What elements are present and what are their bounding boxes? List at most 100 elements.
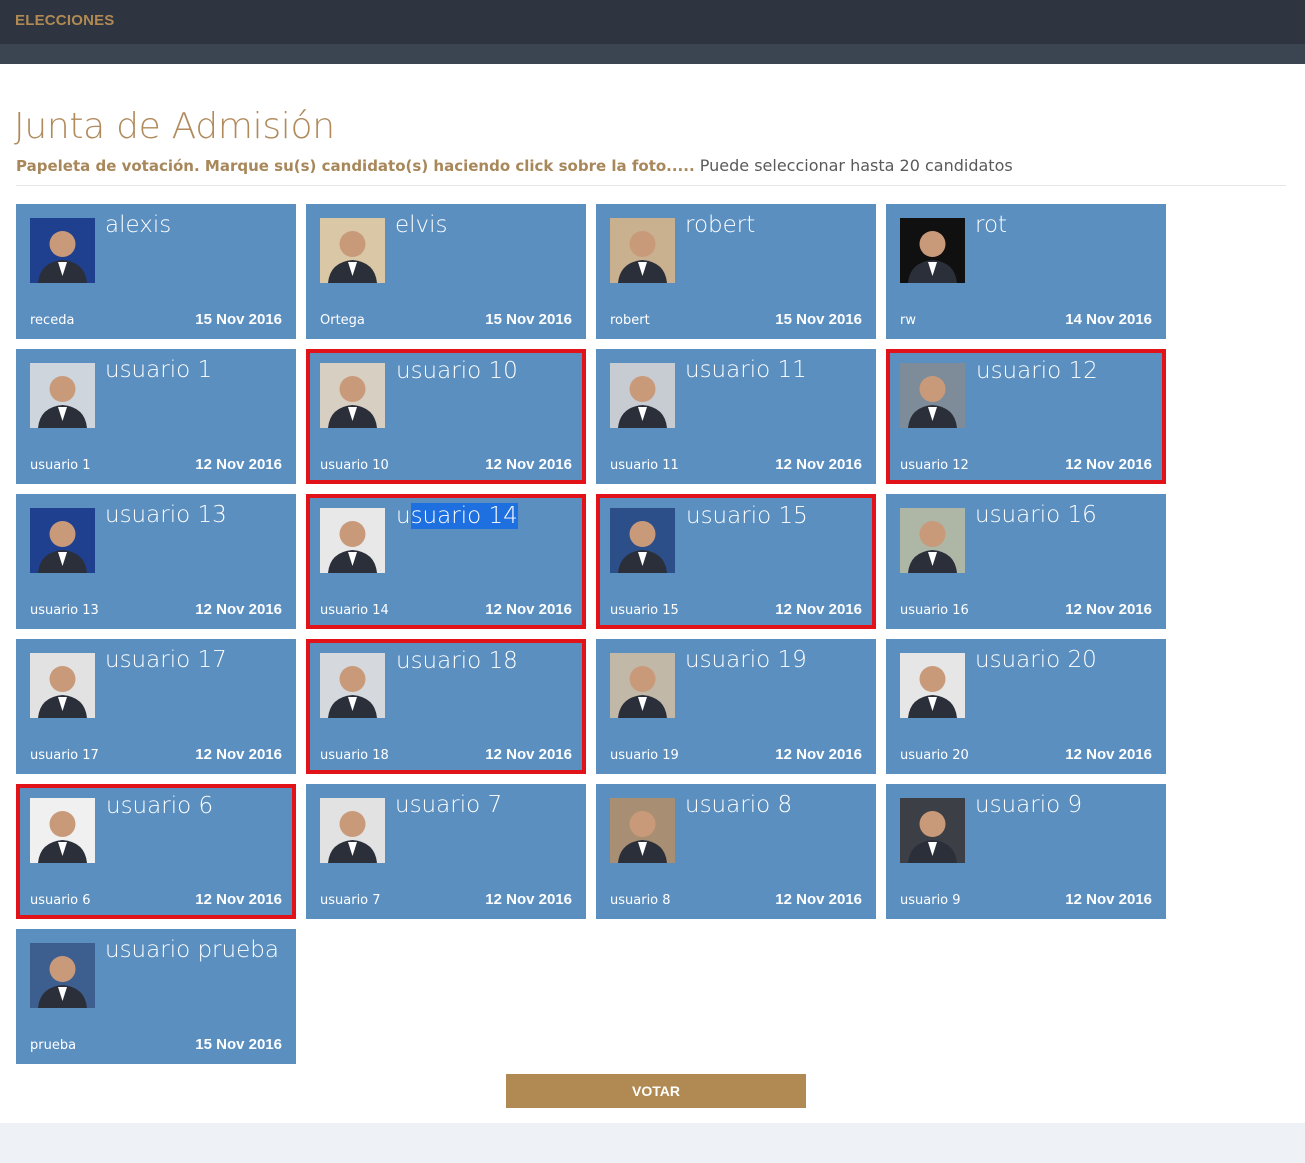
candidate-photo[interactable]	[900, 508, 965, 573]
candidate-date: 12 Nov 2016	[195, 891, 282, 908]
candidate-card[interactable]: usuario 18 usuario 18 12 Nov 2016	[306, 639, 586, 774]
candidate-name: usuario 12	[976, 358, 1098, 384]
candidate-name: usuario 14	[396, 503, 518, 529]
candidate-photo[interactable]	[30, 218, 95, 283]
candidate-photo[interactable]	[320, 218, 385, 283]
candidate-name: usuario 13	[105, 502, 227, 528]
top-navbar: ELECCIONES	[0, 0, 1305, 44]
candidate-card[interactable]: usuario 9 usuario 9 12 Nov 2016	[886, 784, 1166, 919]
candidate-name: usuario 15	[686, 503, 808, 529]
candidate-card[interactable]: usuario 13 usuario 13 12 Nov 2016	[16, 494, 296, 629]
sub-navbar	[0, 44, 1305, 64]
candidate-card[interactable]: usuario 20 usuario 20 12 Nov 2016	[886, 639, 1166, 774]
candidate-date: 12 Nov 2016	[485, 891, 572, 908]
candidate-card[interactable]: usuario 14 usuario 14 12 Nov 2016	[306, 494, 586, 629]
candidate-date: 12 Nov 2016	[485, 601, 572, 618]
candidate-name: usuario 19	[685, 647, 807, 673]
person-icon	[30, 653, 95, 718]
candidate-card[interactable]: robert robert 15 Nov 2016	[596, 204, 876, 339]
candidate-name: usuario 11	[685, 357, 807, 383]
candidate-card[interactable]: usuario prueba prueba 15 Nov 2016	[16, 929, 296, 1064]
candidate-username: usuario 6	[30, 893, 91, 908]
candidate-card[interactable]: usuario 17 usuario 17 12 Nov 2016	[16, 639, 296, 774]
ballot-instructions: Papeleta de votación. Marque su(s) candi…	[16, 156, 1013, 175]
person-icon	[30, 943, 95, 1008]
person-icon	[900, 653, 965, 718]
candidate-name: usuario 16	[975, 502, 1097, 528]
candidate-date: 12 Nov 2016	[485, 456, 572, 473]
candidate-card[interactable]: usuario 12 usuario 12 12 Nov 2016	[886, 349, 1166, 484]
candidate-username: usuario 18	[320, 748, 389, 763]
candidate-name: rot	[975, 212, 1008, 238]
candidate-card[interactable]: usuario 8 usuario 8 12 Nov 2016	[596, 784, 876, 919]
candidate-username: usuario 10	[320, 458, 389, 473]
person-icon	[30, 798, 95, 863]
candidate-card[interactable]: usuario 6 usuario 6 12 Nov 2016	[16, 784, 296, 919]
person-icon	[610, 653, 675, 718]
candidate-card[interactable]: usuario 10 usuario 10 12 Nov 2016	[306, 349, 586, 484]
candidate-card[interactable]: alexis receda 15 Nov 2016	[16, 204, 296, 339]
page-footer	[0, 1123, 1305, 1163]
candidate-username: usuario 7	[320, 893, 381, 908]
candidate-date: 15 Nov 2016	[485, 311, 572, 328]
candidate-card[interactable]: usuario 19 usuario 19 12 Nov 2016	[596, 639, 876, 774]
candidate-username: robert	[610, 313, 650, 328]
candidate-date: 15 Nov 2016	[195, 311, 282, 328]
candidate-card[interactable]: usuario 11 usuario 11 12 Nov 2016	[596, 349, 876, 484]
candidate-name: usuario 17	[105, 647, 227, 673]
candidate-photo[interactable]	[320, 798, 385, 863]
person-icon	[900, 218, 965, 283]
candidate-card[interactable]: usuario 16 usuario 16 12 Nov 2016	[886, 494, 1166, 629]
person-icon	[900, 508, 965, 573]
candidate-photo[interactable]	[900, 218, 965, 283]
candidate-card[interactable]: rot rw 14 Nov 2016	[886, 204, 1166, 339]
candidate-photo[interactable]	[610, 363, 675, 428]
app-brand[interactable]: ELECCIONES	[15, 12, 115, 29]
candidate-photo[interactable]	[610, 508, 675, 573]
candidate-photo[interactable]	[900, 798, 965, 863]
candidate-card[interactable]: usuario 7 usuario 7 12 Nov 2016	[306, 784, 586, 919]
candidate-photo[interactable]	[900, 653, 965, 718]
candidate-photo[interactable]	[30, 363, 95, 428]
candidate-date: 12 Nov 2016	[1065, 746, 1152, 763]
person-icon	[30, 508, 95, 573]
candidate-photo[interactable]	[610, 218, 675, 283]
person-icon	[320, 363, 385, 428]
candidate-name: usuario prueba	[105, 937, 279, 963]
candidate-username: usuario 15	[610, 603, 679, 618]
candidate-username: rw	[900, 313, 916, 328]
candidate-date: 15 Nov 2016	[775, 311, 862, 328]
person-icon	[900, 798, 965, 863]
candidate-username: usuario 12	[900, 458, 969, 473]
vote-button[interactable]: VOTAR	[506, 1074, 806, 1108]
candidate-photo[interactable]	[30, 798, 95, 863]
candidate-photo[interactable]	[30, 508, 95, 573]
candidate-card[interactable]: elvis Ortega 15 Nov 2016	[306, 204, 586, 339]
candidate-date: 12 Nov 2016	[195, 746, 282, 763]
candidate-username: usuario 9	[900, 893, 961, 908]
person-icon	[610, 508, 675, 573]
candidate-date: 12 Nov 2016	[1065, 601, 1152, 618]
candidate-photo[interactable]	[320, 653, 385, 718]
candidate-photo[interactable]	[30, 943, 95, 1008]
candidate-card[interactable]: usuario 15 usuario 15 12 Nov 2016	[596, 494, 876, 629]
candidate-name: alexis	[105, 212, 172, 238]
candidate-photo[interactable]	[610, 653, 675, 718]
candidate-card[interactable]: usuario 1 usuario 1 12 Nov 2016	[16, 349, 296, 484]
candidate-photo[interactable]	[610, 798, 675, 863]
candidate-name: usuario 6	[106, 793, 214, 819]
candidate-photo[interactable]	[900, 363, 965, 428]
instruction-text: Papeleta de votación. Marque su(s) candi…	[16, 157, 695, 175]
person-icon	[320, 798, 385, 863]
candidate-username: usuario 20	[900, 748, 969, 763]
candidate-name: robert	[685, 212, 756, 238]
candidate-username: usuario 1	[30, 458, 91, 473]
candidate-name: elvis	[395, 212, 448, 238]
candidate-photo[interactable]	[320, 363, 385, 428]
candidate-photo[interactable]	[320, 508, 385, 573]
text-selection-highlight: suario 14	[410, 503, 518, 529]
candidate-photo[interactable]	[30, 653, 95, 718]
candidate-date: 12 Nov 2016	[1065, 891, 1152, 908]
candidate-username: usuario 19	[610, 748, 679, 763]
candidate-username: usuario 14	[320, 603, 389, 618]
